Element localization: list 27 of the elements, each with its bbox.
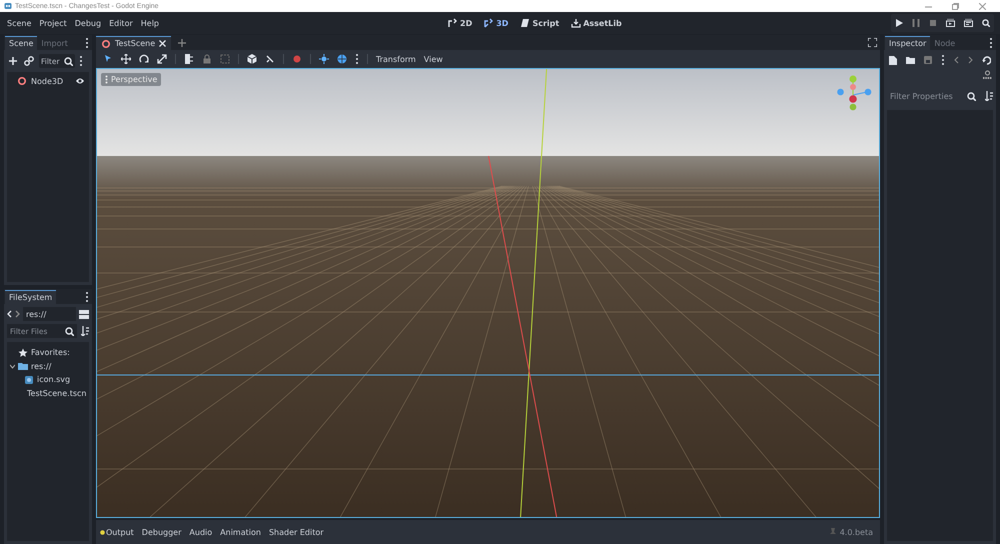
menu-item[interactable]: Debug bbox=[70, 12, 106, 34]
version-label: 4.0.beta bbox=[840, 528, 873, 536]
workspace-tab[interactable]: Script bbox=[518, 15, 562, 31]
bottom-panel-tab[interactable]: Output bbox=[100, 528, 134, 536]
scene-tab[interactable]: TestScene bbox=[96, 36, 172, 50]
file-item[interactable]: res:// bbox=[31, 362, 52, 371]
file-item[interactable]: Favorites: bbox=[31, 348, 70, 358]
bottom-panel-tab[interactable]: Animation bbox=[220, 528, 261, 536]
menu-item[interactable]: Help bbox=[136, 12, 164, 34]
menu-item[interactable]: Editor bbox=[105, 12, 137, 34]
path-field[interactable]: res:// bbox=[23, 307, 76, 321]
file-item[interactable]: TestScene.tscn bbox=[27, 388, 86, 398]
menu-item[interactable]: Project bbox=[35, 12, 71, 34]
bottom-panel-tab[interactable]: Debugger bbox=[142, 528, 182, 536]
workspace-tab[interactable]: 3D bbox=[482, 15, 510, 31]
tree-item[interactable]: Node3D bbox=[31, 76, 71, 86]
bottom-panel-tab[interactable]: Shader Editor bbox=[268, 528, 324, 536]
menu-item[interactable]: Scene bbox=[3, 12, 36, 34]
dock-tab[interactable]: FileSystem bbox=[5, 290, 56, 304]
menu-button[interactable]: Transform bbox=[376, 54, 416, 64]
workspace-tab[interactable]: AssetLib bbox=[569, 15, 624, 31]
workspace-tab[interactable]: 2D bbox=[446, 15, 474, 31]
menu-button[interactable]: View bbox=[424, 54, 443, 64]
bottom-panel-tab[interactable]: Audio bbox=[189, 528, 212, 536]
dock-tab[interactable]: Scene bbox=[5, 36, 38, 50]
file-item[interactable]: icon.svg bbox=[37, 375, 70, 384]
dock-tab[interactable]: Inspector bbox=[885, 36, 930, 50]
